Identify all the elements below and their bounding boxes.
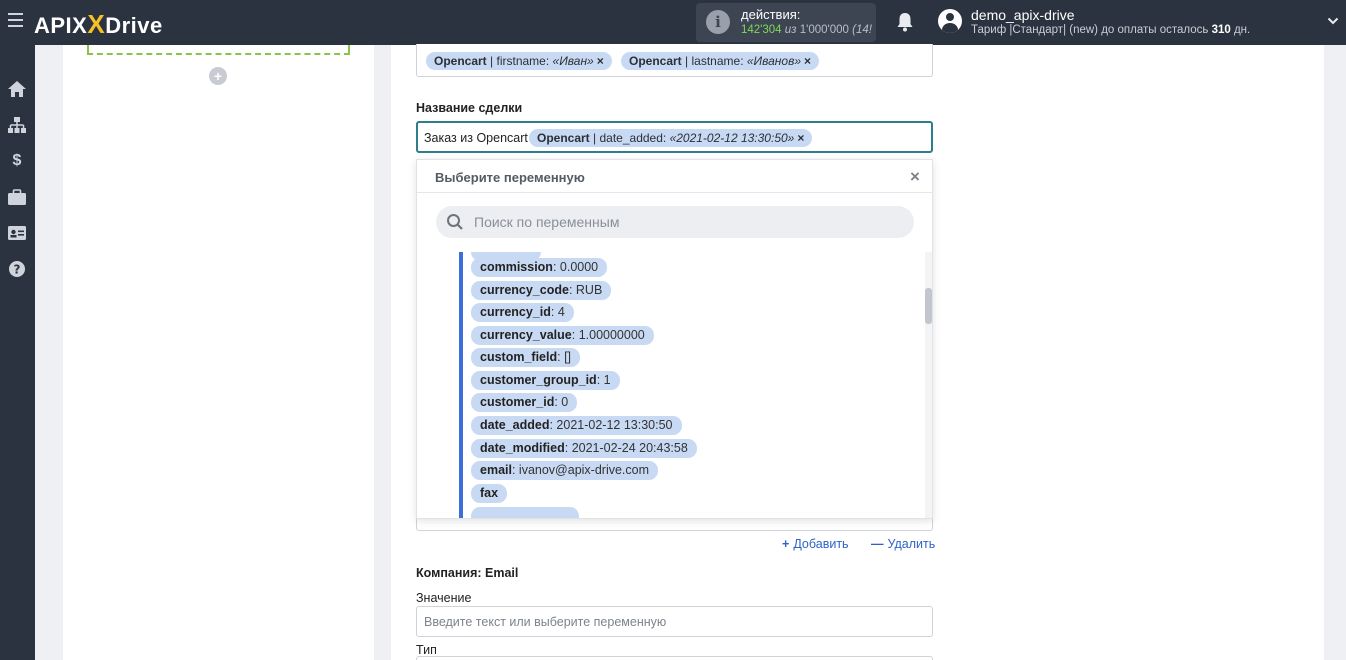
svg-text:?: ? (14, 263, 21, 277)
sitemap-icon[interactable] (6, 115, 28, 135)
scrollbar-thumb[interactable] (925, 288, 932, 324)
variable-search (436, 206, 914, 238)
briefcase-icon[interactable] (6, 187, 28, 207)
list-item[interactable]: custom_field: [] (471, 348, 581, 367)
home-icon[interactable] (6, 79, 28, 99)
list-item[interactable]: currency_id: 4 (471, 303, 574, 322)
chevron-down-icon[interactable] (1327, 15, 1339, 27)
company-email-field[interactable] (416, 606, 933, 637)
info-icon: i (706, 10, 730, 34)
value-label: Значение (416, 591, 472, 605)
remove-tag-icon[interactable]: × (797, 131, 804, 145)
search-icon (447, 214, 463, 230)
variable-tag[interactable]: Opencart | date_added: «2021-02-12 13:30… (529, 129, 813, 147)
variable-search-input[interactable] (474, 206, 904, 238)
dropdown-header: Выберите переменную × (417, 160, 932, 193)
username[interactable]: demo_apix-drive (971, 7, 1075, 23)
dashed-drop-zone (87, 45, 350, 55)
dollar-icon[interactable]: $ (6, 151, 28, 171)
help-icon[interactable]: ? (6, 259, 28, 279)
add-step-icon[interactable]: + (209, 67, 227, 85)
list-item[interactable]: date_added: 2021-02-12 13:30:50 (471, 416, 682, 435)
list-item[interactable]: currency_code: RUB (471, 281, 612, 300)
list-item[interactable]: email: ivanov@apix-drive.com (471, 461, 659, 480)
logo[interactable]: APIXXDrive (34, 9, 163, 40)
logo-left: APIX (34, 13, 88, 38)
variable-tag[interactable]: Opencart | firstname: «Иван» × (426, 52, 612, 70)
list-item[interactable]: commission: 0.0000 (471, 258, 608, 277)
logo-right: Drive (105, 13, 163, 38)
type-label: Тип (416, 643, 437, 657)
remove-button[interactable]: — Удалить (871, 537, 935, 551)
sidebar: $ ? (0, 45, 35, 660)
left-panel: + (63, 45, 374, 660)
actions-label: действия: (741, 7, 801, 22)
actions-counter[interactable]: i действия: 142'304 из 1'000'000 (14! (696, 3, 876, 42)
deal-name-field[interactable]: Заказ из Opencart Opencart | date_added:… (416, 121, 933, 153)
plan-info: Тариф |Стандарт| (new) до оплаты осталос… (971, 24, 1251, 36)
deal-name-label: Название сделки (416, 101, 523, 115)
logo-x: X (87, 9, 106, 39)
avatar-icon[interactable] (938, 9, 962, 33)
type-select[interactable] (416, 656, 933, 660)
top-bar: APIXXDrive i действия: 142'304 из 1'000'… (0, 0, 1346, 45)
add-button[interactable]: + Добавить (782, 537, 849, 551)
variable-dropdown: Выберите переменную × commission: 0.0000… (416, 159, 933, 519)
variable-list: commission: 0.0000 currency_code: RUB cu… (417, 252, 932, 518)
list-item[interactable]: customer_id: 0 (471, 393, 578, 412)
bell-icon[interactable] (896, 12, 914, 32)
deal-name-text: Заказ из Opencart (424, 131, 528, 145)
company-email-input[interactable] (417, 607, 932, 636)
list-item[interactable]: currency_value: 1.00000000 (471, 326, 654, 345)
close-icon[interactable]: × (910, 167, 920, 187)
list-item[interactable]: fax (471, 484, 508, 503)
id-card-icon[interactable] (6, 223, 28, 243)
list-item[interactable]: date_modified: 2021-02-24 20:43:58 (471, 439, 697, 458)
list-item[interactable]: customer_group_id: 1 (471, 371, 620, 390)
list-item[interactable] (471, 507, 579, 518)
company-email-label: Компания: Email (416, 566, 519, 580)
actions-count: 142'304 из 1'000'000 (14! (741, 24, 872, 36)
variable-tag[interactable]: Opencart | lastname: «Иванов» × (621, 52, 820, 70)
remove-tag-icon[interactable]: × (804, 54, 811, 68)
remove-tag-icon[interactable]: × (597, 54, 604, 68)
dropdown-title: Выберите переменную (435, 170, 585, 185)
menu-icon[interactable] (8, 13, 23, 27)
list-accent-bar (459, 252, 463, 518)
contact-name-field[interactable]: Opencart | firstname: «Иван» × Opencart |… (416, 44, 933, 77)
